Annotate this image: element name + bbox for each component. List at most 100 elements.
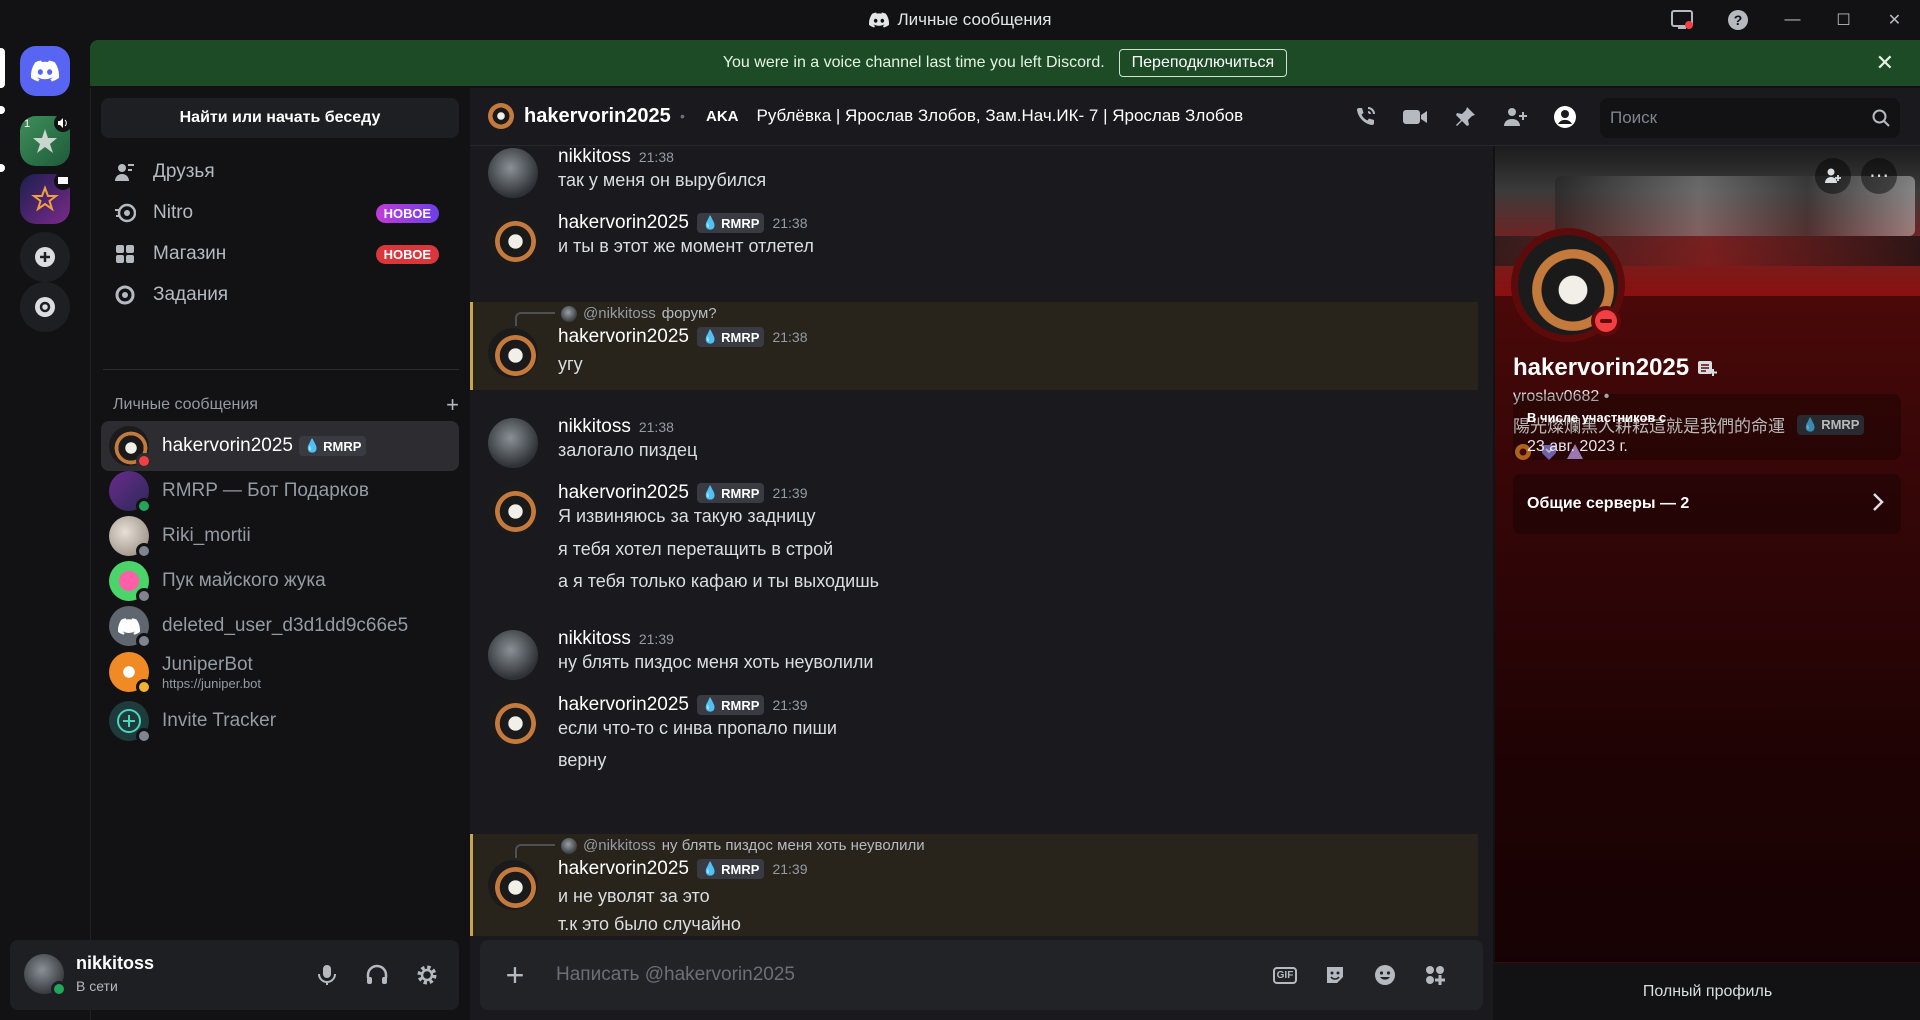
find-conversation-button[interactable]: Найти или начать беседу xyxy=(101,98,459,138)
direct-messages-home-button[interactable] xyxy=(20,46,70,96)
nav-shop[interactable]: Магазин НОВОЕ xyxy=(101,232,459,276)
reply-preview[interactable]: ну блять пиздос меня хоть неуволили xyxy=(662,837,925,854)
avatar xyxy=(561,305,577,322)
mutual-servers-card[interactable]: Общие серверы — 2 xyxy=(1513,474,1901,534)
message-author[interactable]: nikkitoss xyxy=(558,146,631,168)
dm-item-deleted-user[interactable]: deleted_user_d3d1dd9c66e5 xyxy=(101,601,459,651)
avatar[interactable] xyxy=(488,860,538,910)
avatar[interactable] xyxy=(488,328,538,378)
message-author[interactable]: hakervorin2025 xyxy=(558,326,689,348)
shop-icon xyxy=(113,242,137,266)
message-mention-highlight[interactable]: @nikkitoss ну блять пиздос меня хоть неу… xyxy=(470,834,1478,936)
close-banner-icon[interactable]: ✕ xyxy=(1876,50,1894,76)
server-icon-1[interactable]: 1 xyxy=(20,114,72,166)
create-dm-plus-icon[interactable]: + xyxy=(446,392,459,418)
settings-gear-icon[interactable] xyxy=(410,958,444,992)
avatar[interactable] xyxy=(488,418,538,468)
search-input[interactable] xyxy=(1610,108,1850,128)
message-author[interactable]: hakervorin2025 xyxy=(558,694,689,716)
nav-nitro[interactable]: Nitro НОВОЕ xyxy=(101,191,459,235)
full-profile-button[interactable]: Полный профиль xyxy=(1495,962,1920,1020)
chat-header-user[interactable]: hakervorin2025 xyxy=(488,103,671,129)
message[interactable]: nikkitoss 21:38 так у меня он вырубился xyxy=(470,146,1478,202)
message-composer: + GIF xyxy=(480,940,1483,1010)
help-icon[interactable]: ? xyxy=(1724,6,1752,34)
apps-icon[interactable] xyxy=(1420,960,1450,990)
message[interactable]: hakervorin2025 💧 RMRP 21:39 Я извиняюсь за … xyxy=(470,482,1478,602)
message[interactable]: hakervorin2025 💧 RMRP 21:39 если что-то с и… xyxy=(470,694,1478,784)
avatar[interactable] xyxy=(24,954,67,997)
message-input[interactable] xyxy=(556,956,1156,994)
message-author[interactable]: hakervorin2025 xyxy=(558,858,689,880)
message[interactable]: hakervorin2025 💧 RMRP 21:38 и ты в этот же … xyxy=(470,212,1478,272)
message-author[interactable]: hakervorin2025 xyxy=(558,212,689,234)
message[interactable]: nikkitoss 21:38 залогало пиздец xyxy=(470,416,1478,472)
add-server-button[interactable] xyxy=(20,232,70,282)
dm-item-riki-mortii[interactable]: Riki_mortii xyxy=(101,511,459,561)
search-bar[interactable] xyxy=(1600,98,1900,138)
divider xyxy=(103,369,459,370)
user-profile-toggle-icon[interactable] xyxy=(1550,102,1580,132)
gif-picker-button[interactable]: GIF xyxy=(1270,960,1300,990)
avatar[interactable] xyxy=(488,214,538,264)
dm-name: hakervorin2025 xyxy=(162,435,293,456)
discover-button[interactable] xyxy=(20,282,70,332)
message-text: если что-то с инва пропало пиши xyxy=(558,718,837,738)
dm-item-invite-tracker[interactable]: Invite Tracker xyxy=(101,696,459,746)
avatar[interactable] xyxy=(488,484,538,534)
reconnect-button[interactable]: Переподключиться xyxy=(1118,49,1288,77)
discord-logo-icon xyxy=(118,617,140,635)
reply-mention[interactable]: @nikkitoss xyxy=(583,305,656,322)
nav-quests[interactable]: Задания xyxy=(101,273,459,317)
dm-item-hakervorin2025[interactable]: hakervorin2025 💧 RMRP xyxy=(101,421,459,471)
user-profile-panel: ⋯ hakervorin2025 yroslav0682 • 陽光燦爛黑人耕耘這… xyxy=(1495,146,1920,1020)
message-timestamp: 21:39 xyxy=(772,861,808,877)
dm-item-rmrp-bot[interactable]: RMRP — Бот Подарков xyxy=(101,466,459,516)
dm-section-header: Личные сообщения + xyxy=(113,392,459,418)
microphone-icon[interactable] xyxy=(310,958,344,992)
voice-call-icon[interactable] xyxy=(1350,102,1380,132)
add-friends-to-dm-icon[interactable] xyxy=(1500,102,1530,132)
emoji-icon[interactable] xyxy=(1370,960,1400,990)
inbox-screen-icon[interactable] xyxy=(1668,6,1696,34)
guild-tag: 💧 RMRP xyxy=(696,213,765,233)
video-call-icon[interactable] xyxy=(1400,102,1430,132)
avatar[interactable] xyxy=(488,696,538,746)
server-list: 1 xyxy=(0,40,90,1020)
sticker-icon[interactable] xyxy=(1320,960,1350,990)
message[interactable]: nikkitoss 21:39 ну блять пиздос меня хоть… xyxy=(470,628,1478,684)
headphones-icon[interactable] xyxy=(360,958,394,992)
reply-preview[interactable]: форум? xyxy=(662,305,717,322)
close-window-button[interactable]: ✕ xyxy=(1869,0,1920,40)
minimize-button[interactable]: — xyxy=(1767,0,1818,40)
dm-item-puk[interactable]: Пук майского жука xyxy=(101,556,459,606)
maximize-button[interactable]: ☐ xyxy=(1818,0,1869,40)
pinned-messages-icon[interactable] xyxy=(1450,102,1480,132)
message-author[interactable]: hakervorin2025 xyxy=(558,482,689,504)
message-timestamp: 21:39 xyxy=(638,631,674,647)
message-mention-highlight[interactable]: @nikkitoss форум? hakervorin2025 💧 RMRP 21:… xyxy=(470,302,1478,390)
dm-item-juniperbot[interactable]: JuniperBot https://juniper.bot xyxy=(101,646,459,698)
avatar[interactable] xyxy=(488,630,538,680)
add-friend-icon[interactable] xyxy=(1815,158,1851,194)
upload-plus-icon[interactable]: + xyxy=(498,957,532,993)
reconnect-banner: You were in a voice channel last time yo… xyxy=(90,40,1920,86)
avatar xyxy=(488,103,514,129)
server-icon-2[interactable] xyxy=(20,172,72,224)
edit-note-icon[interactable] xyxy=(1697,359,1718,377)
search-icon xyxy=(1872,109,1890,127)
dm-name: deleted_user_d3d1dd9c66e5 xyxy=(162,615,409,636)
message-text: т.к это было случайно xyxy=(558,914,741,934)
message-author[interactable]: nikkitoss xyxy=(558,416,631,438)
nav-friends[interactable]: Друзья xyxy=(101,150,459,194)
avatar xyxy=(109,516,152,559)
dm-header-label: Личные сообщения xyxy=(113,396,258,413)
more-options-icon[interactable]: ⋯ xyxy=(1861,158,1897,194)
message-timestamp: 21:38 xyxy=(638,419,674,435)
reply-mention[interactable]: @nikkitoss xyxy=(583,837,656,854)
avatar xyxy=(109,561,152,604)
message-text: так у меня он вырубился xyxy=(558,170,767,190)
dm-name: JuniperBot xyxy=(162,653,253,675)
avatar[interactable] xyxy=(488,148,538,198)
message-author[interactable]: nikkitoss xyxy=(558,628,631,650)
